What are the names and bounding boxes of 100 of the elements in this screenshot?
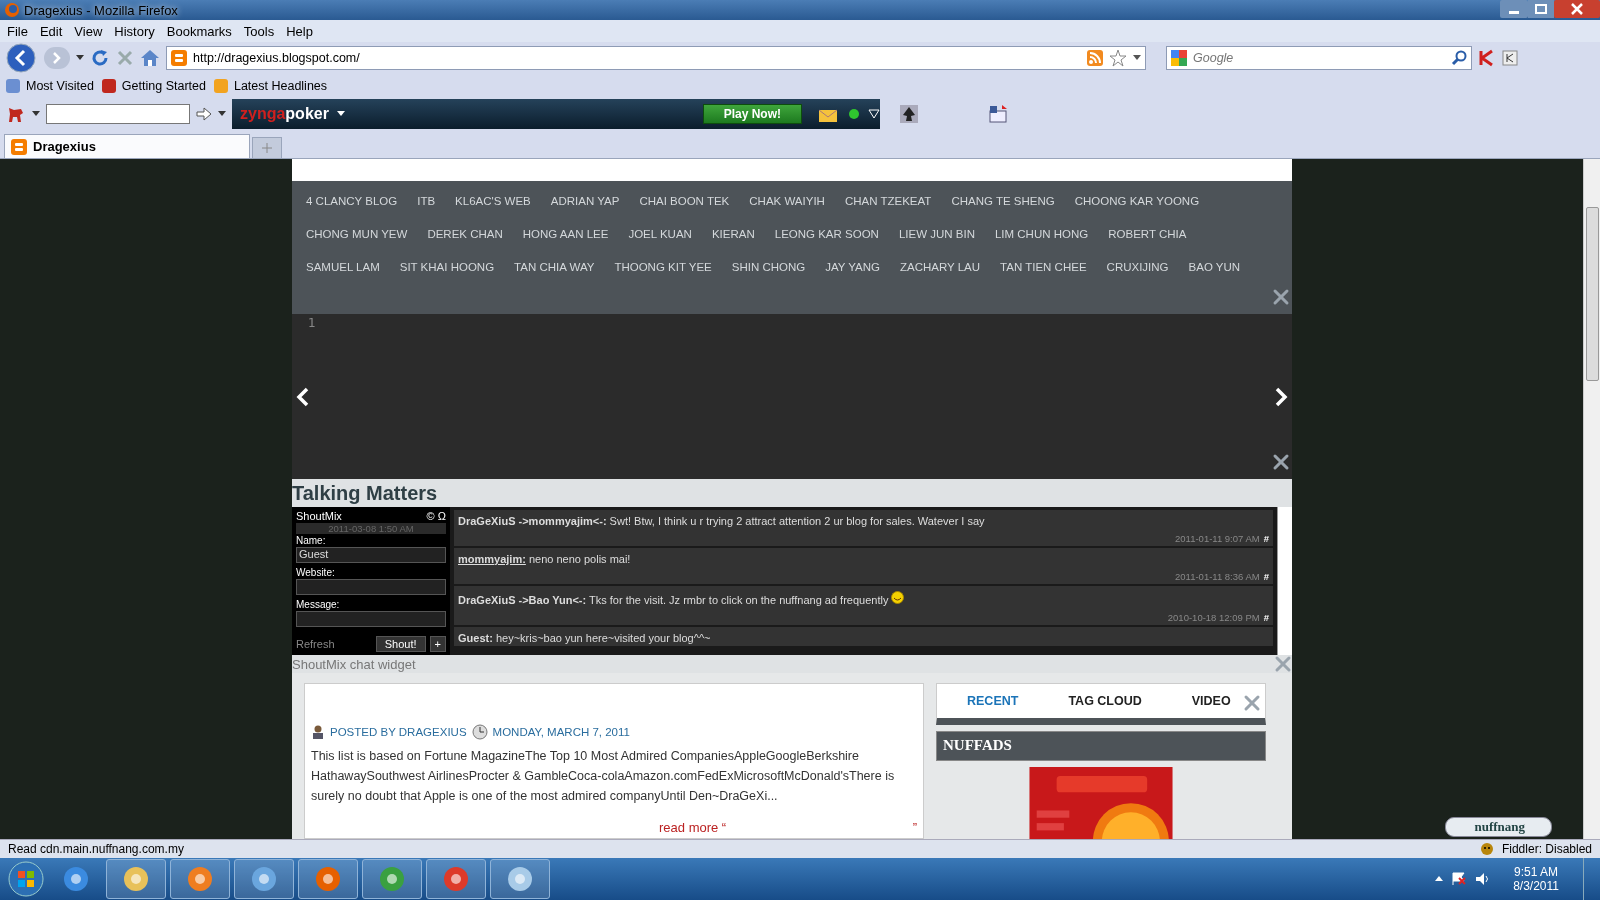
scrollbar[interactable] [1277,507,1292,655]
chat-message: DraGeXiuS ->Bao Yun<-: Tks for the visit. Jz rmbr to click on the nuffnang ad frequently [458,594,889,606]
nav-link[interactable]: CHAN TZEKEAT [844,193,932,210]
search-field[interactable]: Google [1166,46,1472,70]
restore-icon[interactable] [1528,0,1554,18]
reload-icon[interactable] [90,48,110,68]
minimize-icon[interactable] [1500,0,1528,18]
start-button[interactable] [6,860,46,898]
menu-item[interactable]: File [2,23,33,39]
nav-link[interactable]: CHANG TE SHENG [951,193,1055,210]
nav-link[interactable]: BAO YUN [1188,259,1241,276]
menu-item[interactable]: Bookmarks [161,23,237,39]
nav-link[interactable]: JOEL KUAN [628,226,692,243]
blogger-icon [171,50,187,66]
nav-link[interactable]: CHONG MUN YEW [306,226,408,243]
field-label: Message: [296,599,341,610]
quote-mark: ” [912,820,917,835]
star-icon[interactable] [1109,49,1127,67]
bookmark-item[interactable]: Latest Headlines [233,79,328,93]
nav-link[interactable]: SAMUEL LAM [306,259,380,276]
nav-link[interactable]: CHAK WAIYIH [749,193,825,210]
monkey-icon[interactable] [1479,842,1494,856]
timestamp: 2011-01-11 9:07 AM [1175,533,1260,544]
nav-link[interactable]: TAN CHIA WAY [514,259,595,276]
fiddler-status[interactable]: Fiddler: Disabled [1501,842,1592,856]
mail-icon[interactable] [988,104,1008,124]
nav-link[interactable]: KL6AC'S WEB [455,193,531,210]
nav-link[interactable]: ITB [417,193,436,210]
scrollbar[interactable] [1583,159,1600,839]
post-date[interactable]: MONDAY, MARCH 7, 2011 [492,726,630,738]
nav-link[interactable]: LIM CHUN HONG [994,226,1089,243]
nav-link[interactable]: ADRIAN YAP [550,193,620,210]
nav-link[interactable]: JAY YANG [825,259,880,276]
caret-icon[interactable] [32,111,40,117]
menu-item[interactable]: Tools [238,23,280,39]
menu-item[interactable]: Help [281,23,318,39]
clock-time[interactable]: 9:51 AM [1513,865,1559,879]
sidebar-tab[interactable]: VIDEO [1191,694,1231,709]
clock-date[interactable]: 8/3/2011 [1513,879,1559,893]
home-icon[interactable] [140,49,160,67]
address-field[interactable]: http://dragexius.blogspot.com/ [166,46,1146,70]
permalink[interactable]: # [1263,571,1269,582]
nav-link[interactable]: TAN TIEN CHEE [1000,259,1087,276]
caret-icon[interactable] [336,111,345,117]
search-icon[interactable] [1451,50,1467,66]
refresh-link[interactable]: Refresh [296,638,372,650]
sidebar-tab[interactable]: RECENT [967,694,1019,709]
nav-link[interactable]: ZACHARY LAU [900,259,981,276]
menu-item[interactable]: View [69,23,108,39]
search-field[interactable] [46,104,190,124]
clock-icon [471,724,488,740]
keyboard-icon[interactable] [1502,50,1518,66]
nav-link[interactable]: 4 CLANCY BLOG [306,193,398,210]
nav-link[interactable]: THOONG KIT YEE [614,259,712,276]
nav-link[interactable]: DEREK CHAN [427,226,503,243]
widget-brand: ShoutMix [296,510,342,522]
bookmark-item[interactable]: Most Visited [26,79,94,93]
play-now-button[interactable]: Play Now! [702,104,802,124]
person-icon [311,725,325,739]
input-field[interactable] [296,611,446,627]
caret-icon[interactable] [1133,55,1141,61]
nuffnang-badge[interactable]: nuffnang [1445,817,1552,837]
nav-link[interactable]: CRUXIJING [1106,259,1169,276]
copyright-symbol: © [426,510,435,522]
nav-link[interactable]: CHOONG KAR YOONG [1074,193,1200,210]
caret-icon[interactable] [1435,876,1444,882]
field-label: Website: [296,567,336,578]
go-arrow-icon[interactable] [196,107,212,121]
caret-icon[interactable] [218,111,226,117]
triangle-icon[interactable] [868,109,880,119]
back-icon[interactable] [6,43,38,73]
sidebar-tab[interactable]: TAG CLOUD [1068,694,1142,709]
permalink[interactable]: # [1263,612,1269,623]
nav-link[interactable]: HONG AAN LEE [522,226,609,243]
permalink[interactable]: # [1263,533,1269,544]
nav-link[interactable]: LEONG KAR SOON [774,226,879,243]
nav-link[interactable]: KIERAN [711,226,755,243]
nav-link[interactable]: SIT KHAI HOONG [399,259,495,276]
caret-icon[interactable] [76,55,84,61]
post-author[interactable]: POSTED BY DRAGEXIUS [330,726,467,738]
nav-link[interactable]: SHIN CHONG [731,259,806,276]
bookmark-item[interactable]: Getting Started [121,79,206,93]
input-field[interactable]: Guest [296,547,446,563]
poker-logo[interactable]: zyngapoker [240,105,329,123]
browser-logo-icon [4,2,20,18]
post-excerpt: This list is based on Fortune MagazineThe Top 10 Most Admired CompaniesAppleGoogleBerkshire HathawaySouthwest AirlinesProcter & GambleCoca-colaAmazon.comFedExMicrosoftMcDonald'sThere is surely no doubt that Apple is one of the most admired companyUntil Den~DraGeXi... [311,748,896,805]
menu-item[interactable]: History [109,23,160,39]
read-more-link[interactable]: read more “ [659,820,727,835]
flag-icon[interactable] [1451,872,1468,886]
shout-button[interactable]: Shout! [375,636,426,652]
add-button[interactable]: + [429,636,446,652]
slide-number: 1 [308,316,316,330]
nav-link[interactable]: ROBERT CHIA [1108,226,1187,243]
nav-link[interactable]: LIEW JUN BIN [898,226,975,243]
chat-message: DraGeXiuS ->mommyajim<-: Swt! Btw, I think u r trying 2 attract attention 2 ur blog for sales. Watever I say [458,515,985,527]
browser-tab[interactable]: Dragexius [4,134,250,158]
close-icon[interactable] [1554,0,1600,18]
nav-link[interactable]: CHAI BOON TEK [639,193,730,210]
menu-item[interactable]: Edit [34,23,68,39]
input-field[interactable] [296,579,446,595]
